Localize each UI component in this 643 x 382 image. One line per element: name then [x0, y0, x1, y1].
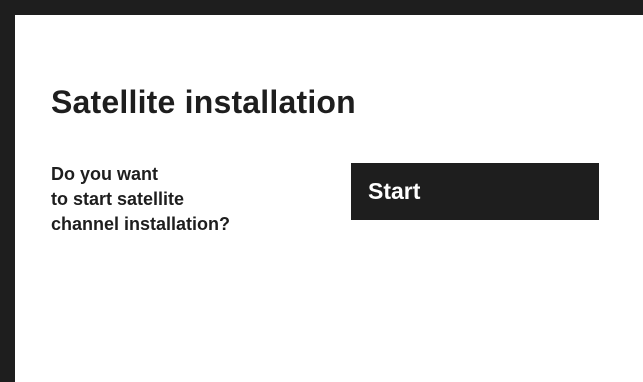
frame-left-border — [0, 0, 15, 382]
installation-question: Do you want to start satellite channel i… — [51, 162, 331, 237]
question-line-2: to start satellite — [51, 189, 185, 209]
question-line-1: Do you want — [51, 164, 158, 184]
installation-screen: Satellite installation Do you want to st… — [0, 0, 643, 382]
page-title: Satellite installation — [51, 84, 356, 120]
question-line-3: channel installation? — [51, 214, 231, 234]
frame-top-border — [0, 0, 643, 15]
start-button[interactable]: Start — [351, 163, 599, 220]
